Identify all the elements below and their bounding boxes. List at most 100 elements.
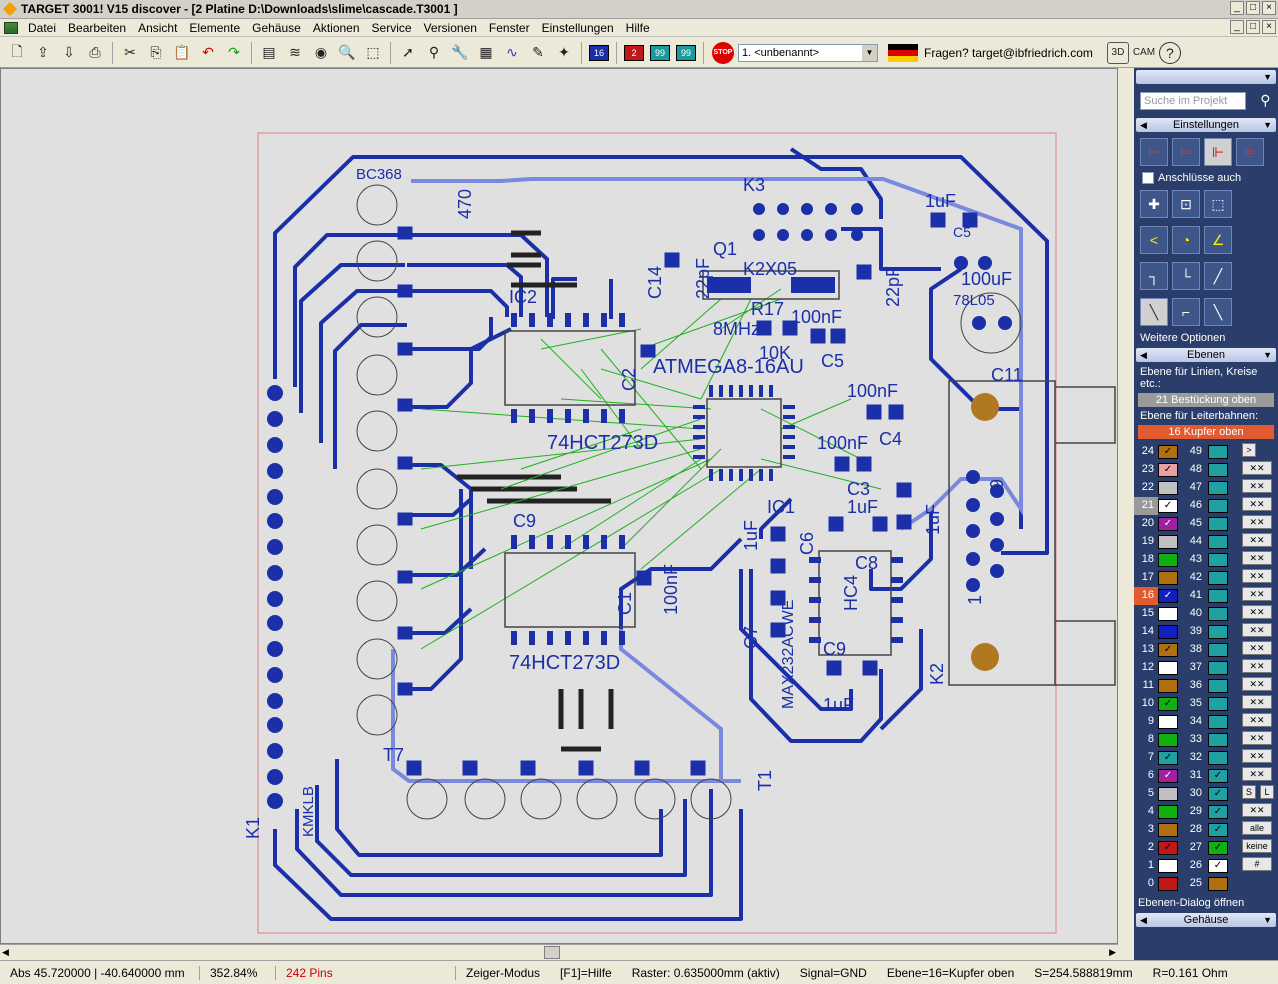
print-icon[interactable]: ⎙	[84, 42, 106, 64]
layer-pattern-button[interactable]: ✕✕	[1242, 713, 1272, 727]
horizontal-scrollbar[interactable]: ◀ ▶	[0, 944, 1118, 960]
layer-visibility-toggle[interactable]	[1208, 499, 1228, 513]
route-icon[interactable]: ∿	[501, 42, 523, 64]
layer-visibility-toggle[interactable]: ✓	[1208, 787, 1228, 801]
layer-2-button[interactable]: 2	[624, 44, 644, 61]
help-contact[interactable]: Fragen? target@ibfriedrich.com	[924, 46, 1093, 60]
close-button[interactable]: ×	[1262, 1, 1276, 15]
menu-bearbeiten[interactable]: Bearbeiten	[62, 21, 132, 35]
layer-visibility-toggle[interactable]	[1208, 697, 1228, 711]
layer-visibility-toggle[interactable]: ✓	[1158, 643, 1178, 657]
component-icon[interactable]: ▦	[475, 42, 497, 64]
layer-visibility-toggle[interactable]	[1208, 751, 1228, 765]
layer-pattern-button[interactable]: ✕✕	[1242, 515, 1272, 529]
line-mode-6-icon[interactable]: ╲	[1204, 298, 1232, 326]
binoculars-icon[interactable]: ⚲	[423, 42, 445, 64]
layer-visibility-toggle[interactable]	[1158, 877, 1178, 891]
layer-16-button[interactable]: 16	[589, 44, 609, 61]
layer-visibility-toggle[interactable]	[1158, 535, 1178, 549]
layer-visibility-toggle[interactable]	[1158, 625, 1178, 639]
layer-visibility-toggle[interactable]	[1158, 787, 1178, 801]
open-layer-dialog-link[interactable]: Ebenen-Dialog öffnen	[1134, 895, 1278, 911]
angle-arc-icon[interactable]: ◔	[1172, 226, 1200, 254]
layers-section-head[interactable]: ◀ Ebenen ▼	[1136, 348, 1276, 362]
layer-visibility-toggle[interactable]	[1158, 679, 1178, 693]
layer-visibility-toggle[interactable]: ✓	[1208, 769, 1228, 783]
layer-visibility-toggle[interactable]: ✓	[1208, 859, 1228, 873]
undo-icon[interactable]: ↶	[197, 42, 219, 64]
crosshair-icon[interactable]: ✚	[1140, 190, 1168, 218]
layer-visibility-toggle[interactable]	[1208, 733, 1228, 747]
connections-checkbox[interactable]	[1142, 172, 1154, 184]
mdi-minimize-button[interactable]: _	[1230, 20, 1244, 34]
view-select[interactable]: 1. <unbenannt> ▼	[738, 43, 878, 62]
layer-pattern-button[interactable]: ✕✕	[1242, 533, 1272, 547]
pen-icon[interactable]: ✎	[527, 42, 549, 64]
pcb-drawing[interactable]: BC368 K3 Q1 K2X05 C14 22pF 22pF 1uF C5 1…	[1, 69, 1117, 943]
layer-pattern-button[interactable]: ✕✕	[1242, 659, 1272, 673]
layer-visibility-toggle[interactable]	[1208, 679, 1228, 693]
layer-next-button[interactable]: >	[1242, 443, 1256, 457]
snap-pad-icon[interactable]: ⊢	[1140, 138, 1168, 166]
mdi-close-button[interactable]: ×	[1262, 20, 1276, 34]
layer-visibility-toggle[interactable]: ✓	[1158, 589, 1178, 603]
line-mode-5-icon[interactable]: ⌐	[1172, 298, 1200, 326]
chevron-down-icon[interactable]: ▼	[862, 44, 877, 61]
layer-visibility-toggle[interactable]	[1158, 715, 1178, 729]
layer-visibility-toggle[interactable]	[1208, 643, 1228, 657]
paste-icon[interactable]: 📋	[171, 42, 193, 64]
line-mode-4-icon[interactable]: ╲	[1140, 298, 1168, 326]
connections-checkbox-row[interactable]: Anschlüsse auch	[1134, 170, 1278, 186]
layers-hash-button[interactable]: #	[1242, 857, 1272, 871]
eye-icon[interactable]: ◉	[310, 42, 332, 64]
minimize-button[interactable]: _	[1230, 1, 1244, 15]
scroll-thumb[interactable]	[544, 946, 560, 959]
layer-visibility-toggle[interactable]: ✓	[1158, 769, 1178, 783]
layer-visibility-toggle[interactable]	[1158, 607, 1178, 621]
layer-visibility-toggle[interactable]	[1208, 553, 1228, 567]
layer-s-button[interactable]: S	[1242, 785, 1256, 799]
angle-45-icon[interactable]: <	[1140, 226, 1168, 254]
layer-visibility-toggle[interactable]	[1158, 553, 1178, 567]
layer-pattern-button[interactable]: ✕✕	[1242, 461, 1272, 475]
scroll-right-icon[interactable]: ▶	[1109, 947, 1116, 958]
layer-pattern-button[interactable]: ✕✕	[1242, 695, 1272, 709]
angle-free-icon[interactable]: ∠	[1204, 226, 1232, 254]
snap-active-icon[interactable]: ⊩	[1204, 138, 1232, 166]
line-mode-1-icon[interactable]: ┐	[1140, 262, 1168, 290]
layer-l-button[interactable]: L	[1260, 785, 1274, 799]
layer-pattern-button[interactable]: ✕✕	[1242, 551, 1272, 565]
layer-visibility-toggle[interactable]: ✓	[1158, 841, 1178, 855]
layer-pattern-button[interactable]: ✕✕	[1242, 623, 1272, 637]
menu-versionen[interactable]: Versionen	[418, 21, 483, 35]
layer-pattern-button[interactable]: ✕✕	[1242, 479, 1272, 493]
open-file-icon[interactable]: ⇪	[32, 42, 54, 64]
select-icon[interactable]: ⊡	[1172, 190, 1200, 218]
layer-visibility-toggle[interactable]: ✓	[1158, 697, 1178, 711]
menu-service[interactable]: Service	[366, 21, 418, 35]
chevron-down-icon[interactable]: ▼	[1263, 70, 1272, 84]
copy-icon[interactable]: ⎘	[145, 42, 167, 64]
layer-visibility-toggle[interactable]: ✓	[1158, 517, 1178, 531]
layer-visibility-toggle[interactable]	[1208, 445, 1228, 459]
layer-visibility-toggle[interactable]	[1208, 661, 1228, 675]
pcb-canvas[interactable]: BC368 K3 Q1 K2X05 C14 22pF 22pF 1uF C5 1…	[0, 68, 1118, 944]
layer-tracks-select[interactable]: 16 Kupfer oben	[1138, 425, 1274, 439]
cam-button[interactable]: CAM	[1133, 42, 1155, 64]
page-icon[interactable]: ▤	[258, 42, 280, 64]
layer-visibility-toggle[interactable]: ✓	[1158, 751, 1178, 765]
panel-top-collapse[interactable]: ▼	[1136, 70, 1276, 84]
german-flag-icon[interactable]	[888, 43, 918, 62]
layer-visibility-toggle[interactable]	[1208, 877, 1228, 891]
layer-visibility-toggle[interactable]	[1208, 535, 1228, 549]
layer-pattern-button[interactable]: ✕✕	[1242, 677, 1272, 691]
snap-track-icon[interactable]: ⊨	[1172, 138, 1200, 166]
layer-visibility-toggle[interactable]	[1208, 625, 1228, 639]
search-input[interactable]: Suche im Projekt	[1140, 92, 1246, 110]
layer-visibility-toggle[interactable]	[1158, 481, 1178, 495]
layer-visibility-toggle[interactable]: ✓	[1158, 499, 1178, 513]
document-icon[interactable]	[4, 21, 18, 34]
layer-visibility-toggle[interactable]	[1158, 661, 1178, 675]
layer-visibility-toggle[interactable]	[1208, 481, 1228, 495]
layer-visibility-toggle[interactable]	[1158, 859, 1178, 873]
